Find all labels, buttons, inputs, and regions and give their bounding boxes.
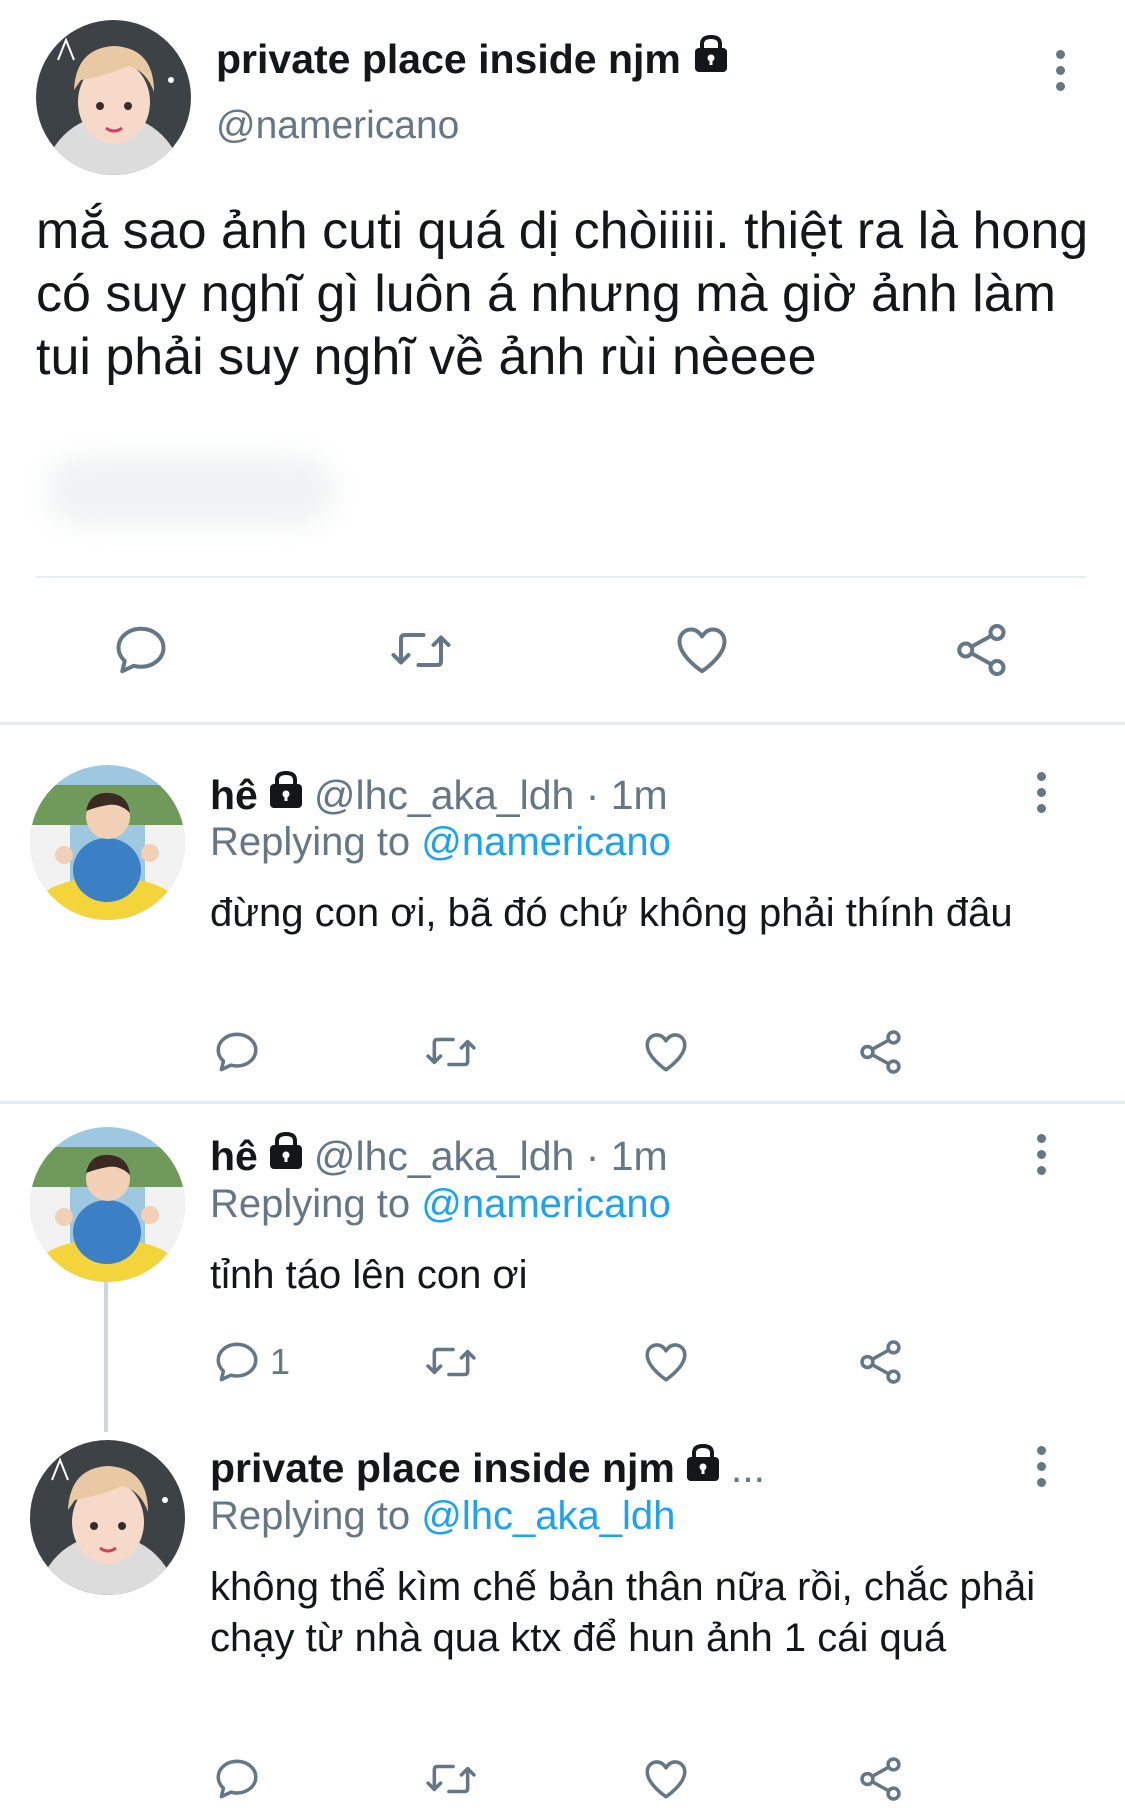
reply-display-name[interactable]: hê	[210, 772, 258, 819]
share-icon[interactable]	[841, 1322, 921, 1402]
reply-avatar[interactable]	[30, 1440, 185, 1595]
replying-to-line: Replying to @namericano	[210, 820, 671, 865]
blurred-region	[45, 455, 335, 525]
retweet-icon[interactable]	[381, 610, 461, 690]
heart-icon[interactable]	[662, 610, 742, 690]
reply-text: đừng con ơi, bã đó chứ không phải thính …	[210, 891, 1013, 935]
reply-icon[interactable]	[101, 610, 181, 690]
replying-to-line: Replying to @lhc_aka_ldh	[210, 1494, 675, 1539]
retweet-icon[interactable]	[411, 1739, 491, 1819]
main-avatar[interactable]	[36, 20, 191, 175]
reply-count: 1	[270, 1341, 291, 1382]
replying-to-link[interactable]: @namericano	[421, 820, 671, 864]
reply-text: không thể kìm chế bản thân nữa rồi, chắc…	[210, 1565, 1036, 1660]
reply-icon[interactable]	[197, 1739, 277, 1819]
reply-header: hê @lhc_aka_ldh · 1m	[210, 770, 668, 820]
reply-icon	[212, 1337, 262, 1387]
more-icon[interactable]	[1021, 762, 1061, 822]
lock-icon	[268, 770, 304, 820]
retweet-icon[interactable]	[411, 1012, 491, 1092]
more-icon[interactable]	[1021, 1436, 1061, 1496]
reply-text: tỉnh táo lên con ơi	[210, 1253, 528, 1297]
divider	[36, 576, 1086, 578]
reply-header: private place inside njm ...	[210, 1443, 765, 1493]
reply-handle-time: ...	[730, 1444, 766, 1491]
reply-display-name[interactable]: private place inside njm	[210, 1445, 675, 1492]
main-display-name[interactable]: private place inside njm	[216, 36, 681, 83]
share-icon[interactable]	[942, 610, 1022, 690]
heart-icon[interactable]	[626, 1322, 706, 1402]
more-icon[interactable]	[1040, 40, 1080, 100]
more-icon[interactable]	[1021, 1124, 1061, 1184]
replying-to-label: Replying to	[210, 1182, 411, 1226]
reply-handle-time: @lhc_aka_ldh · 1m	[313, 771, 668, 818]
lock-icon	[268, 1131, 304, 1181]
replying-to-label: Replying to	[210, 1494, 411, 1538]
reply-icon[interactable]	[197, 1012, 277, 1092]
lock-icon	[685, 1443, 721, 1493]
replying-to-link[interactable]: @lhc_aka_ldh	[421, 1494, 675, 1538]
main-handle[interactable]: @namericano	[216, 104, 459, 148]
main-tweet-text: mắ sao ảnh cuti quá dị chòiiiii. thiệt r…	[36, 202, 1089, 386]
reply-display-name[interactable]: hê	[210, 1133, 258, 1180]
main-display-name-row: private place inside njm	[216, 34, 729, 84]
reply-avatar[interactable]	[30, 1127, 185, 1282]
reply-button[interactable]: 1	[197, 1322, 307, 1402]
thread-connector	[104, 1282, 108, 1432]
replying-to-line: Replying to @namericano	[210, 1182, 671, 1227]
heart-icon[interactable]	[626, 1739, 706, 1819]
lock-icon	[693, 34, 729, 84]
replying-to-link[interactable]: @namericano	[421, 1182, 671, 1226]
retweet-icon[interactable]	[411, 1322, 491, 1402]
heart-icon[interactable]	[626, 1012, 706, 1092]
reply-header: hê @lhc_aka_ldh · 1m	[210, 1131, 668, 1181]
section-separator	[0, 1101, 1125, 1104]
share-icon[interactable]	[841, 1739, 921, 1819]
share-icon[interactable]	[841, 1012, 921, 1092]
reply-handle-time: @lhc_aka_ldh · 1m	[313, 1132, 668, 1179]
reply-avatar[interactable]	[30, 765, 185, 920]
replying-to-label: Replying to	[210, 820, 411, 864]
section-separator	[0, 722, 1125, 725]
